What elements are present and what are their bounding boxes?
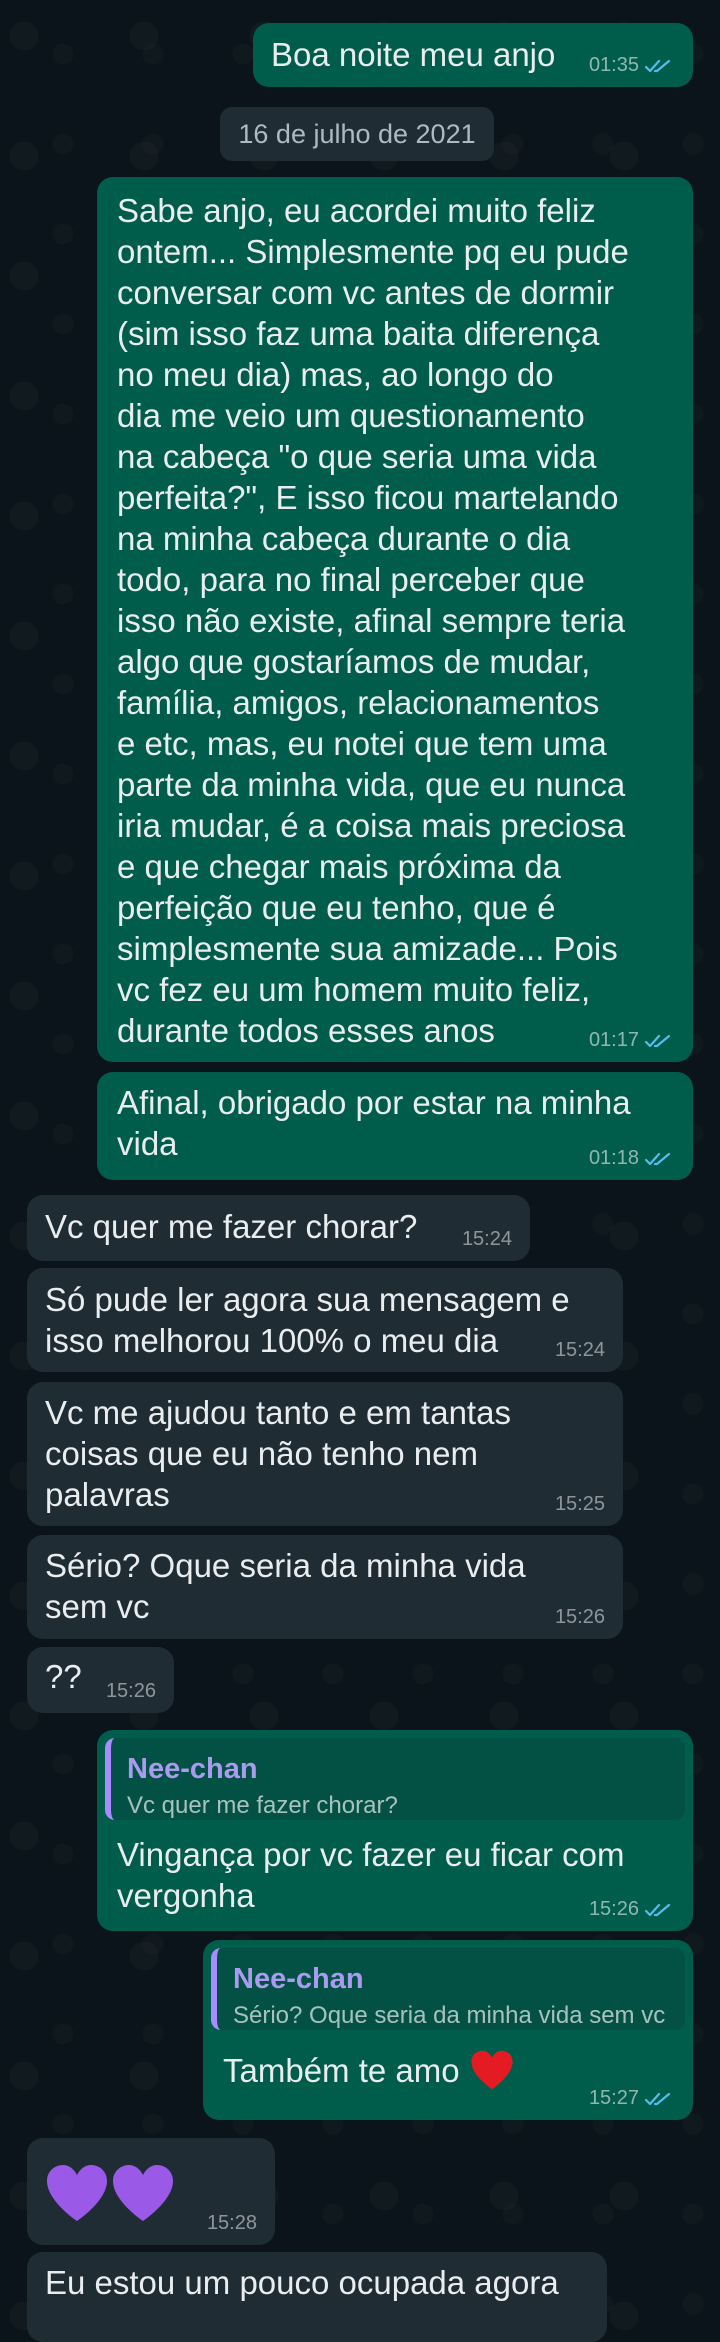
message-bubble-outgoing[interactable]: Afinal, obrigado por estar na minha vida… <box>97 1072 693 1180</box>
purple-heart-emoji-icon <box>111 2162 175 2224</box>
message-bubble-incoming[interactable]: Eu estou um pouco ocupada agora <box>27 2252 607 2342</box>
date-separator: 16 de julho de 2021 <box>220 107 494 161</box>
message-meta: 15:28 <box>207 2212 257 2235</box>
quoted-message[interactable]: Nee-chan Vc quer me fazer chorar? <box>105 1738 685 1820</box>
message-meta: 01:17 <box>589 1029 675 1052</box>
message-time: 15:28 <box>206 2212 257 2234</box>
message-text: Também te amo <box>223 2051 460 2089</box>
message-time: 15:27 <box>588 2087 639 2109</box>
message-time: 15:24 <box>461 1228 512 1250</box>
message-meta: 15:24 <box>555 1339 605 1362</box>
message-time: 15:25 <box>554 1493 605 1515</box>
message-time: 15:24 <box>554 1339 605 1361</box>
message-time: 01:35 <box>588 54 639 76</box>
message-meta: 15:27 <box>589 2087 675 2110</box>
quoted-author: Nee-chan <box>233 1963 364 1995</box>
message-bubble-incoming[interactable]: 15:28 <box>27 2138 275 2245</box>
message-text: Só pude ler agora sua mensagem e isso me… <box>45 1281 570 1359</box>
message-bubble-incoming[interactable]: Só pude ler agora sua mensagem e isso me… <box>27 1268 623 1372</box>
message-text: Vingança por vc fazer eu ficar com vergo… <box>117 1836 625 1914</box>
message-bubble-outgoing[interactable]: Nee-chan Sério? Oque seria da minha vida… <box>203 1940 693 2120</box>
purple-heart-emoji-icon <box>45 2162 109 2224</box>
read-double-check-icon <box>645 1033 675 1049</box>
quoted-text: Sério? Oque seria da minha vida sem vc <box>233 2002 666 2029</box>
message-time: 15:26 <box>105 1680 156 1702</box>
message-meta: 15:26 <box>106 1680 156 1703</box>
message-time: 01:17 <box>588 1029 639 1051</box>
read-double-check-icon <box>645 2091 675 2107</box>
message-time: 15:26 <box>554 1606 605 1628</box>
message-meta: 01:18 <box>589 1147 675 1170</box>
message-bubble-outgoing[interactable]: Boa noite meu anjo 01:35 <box>253 23 693 87</box>
quoted-text: Vc quer me fazer chorar? <box>127 1792 398 1819</box>
quoted-author: Nee-chan <box>127 1753 258 1785</box>
message-text: Sério? Oque seria da minha vida sem vc <box>45 1547 526 1625</box>
message-bubble-outgoing[interactable]: Nee-chan Vc quer me fazer chorar? Vingan… <box>97 1730 693 1931</box>
message-bubble-incoming[interactable]: Sério? Oque seria da minha vida sem vc 1… <box>27 1535 623 1639</box>
message-bubble-outgoing[interactable]: Sabe anjo, eu acordei muito feliz ontem.… <box>97 177 693 1062</box>
message-meta: 01:35 <box>589 54 675 77</box>
message-meta: 15:26 <box>555 1606 605 1629</box>
message-meta: 15:25 <box>555 1493 605 1516</box>
message-text: Vc me ajudou tanto e em tantas coisas qu… <box>45 1394 511 1513</box>
message-text: Eu estou um pouco ocupada agora <box>45 2264 559 2301</box>
message-time: 15:26 <box>588 1898 639 1920</box>
message-meta: 15:26 <box>589 1898 675 1921</box>
read-double-check-icon <box>645 1151 675 1167</box>
message-meta: 15:24 <box>462 1228 512 1251</box>
red-heart-emoji-icon <box>470 2048 514 2092</box>
message-text: Vc quer me fazer chorar? <box>45 1208 418 1245</box>
message-time: 01:18 <box>588 1147 639 1169</box>
read-double-check-icon <box>645 1902 675 1918</box>
read-double-check-icon <box>645 58 675 74</box>
message-bubble-incoming[interactable]: Vc quer me fazer chorar? 15:24 <box>27 1195 530 1261</box>
quoted-message[interactable]: Nee-chan Sério? Oque seria da minha vida… <box>211 1948 685 2030</box>
message-bubble-incoming[interactable]: ?? 15:26 <box>27 1647 174 1713</box>
message-bubble-incoming[interactable]: Vc me ajudou tanto e em tantas coisas qu… <box>27 1382 623 1526</box>
message-text: Sabe anjo, eu acordei muito feliz ontem.… <box>117 192 629 1049</box>
